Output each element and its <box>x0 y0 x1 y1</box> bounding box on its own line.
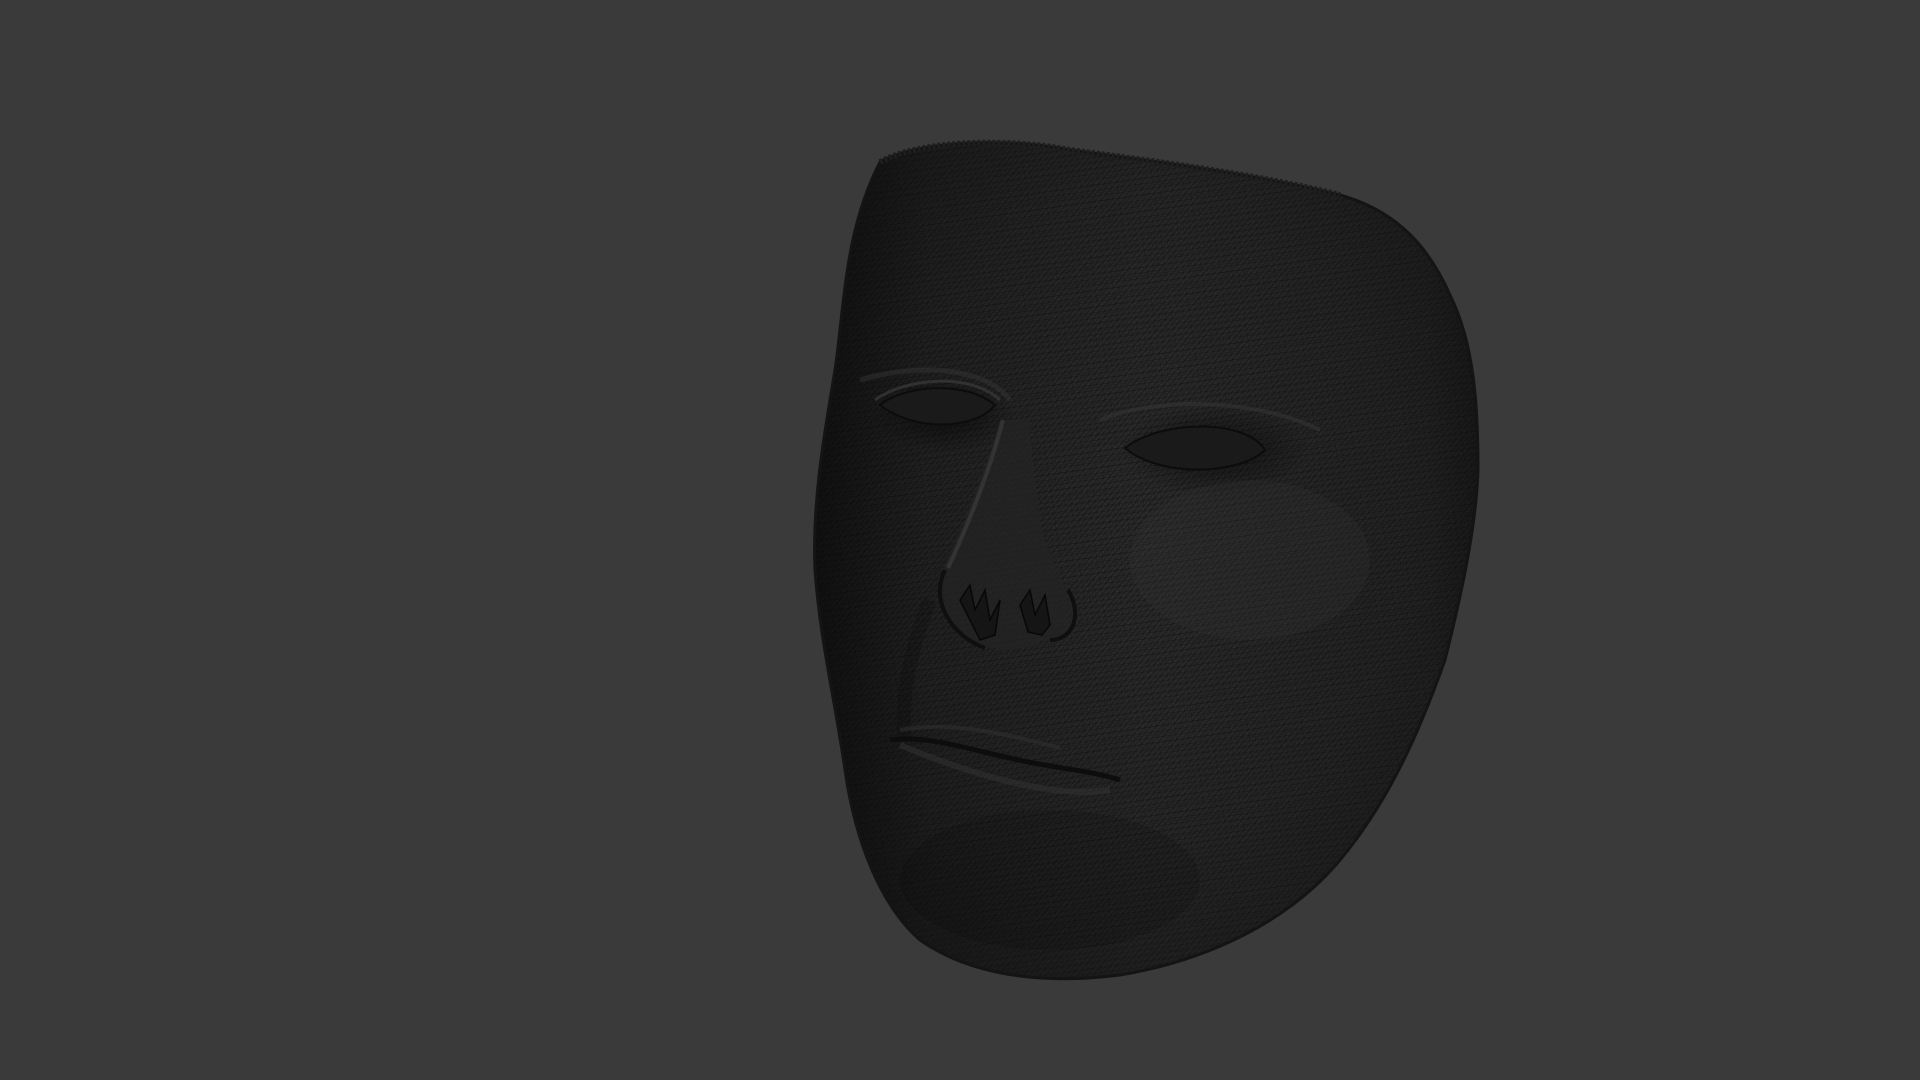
face-mesh-details <box>814 142 1478 979</box>
3d-viewport[interactable] <box>0 0 1920 1080</box>
face-mesh-render <box>813 139 1480 981</box>
